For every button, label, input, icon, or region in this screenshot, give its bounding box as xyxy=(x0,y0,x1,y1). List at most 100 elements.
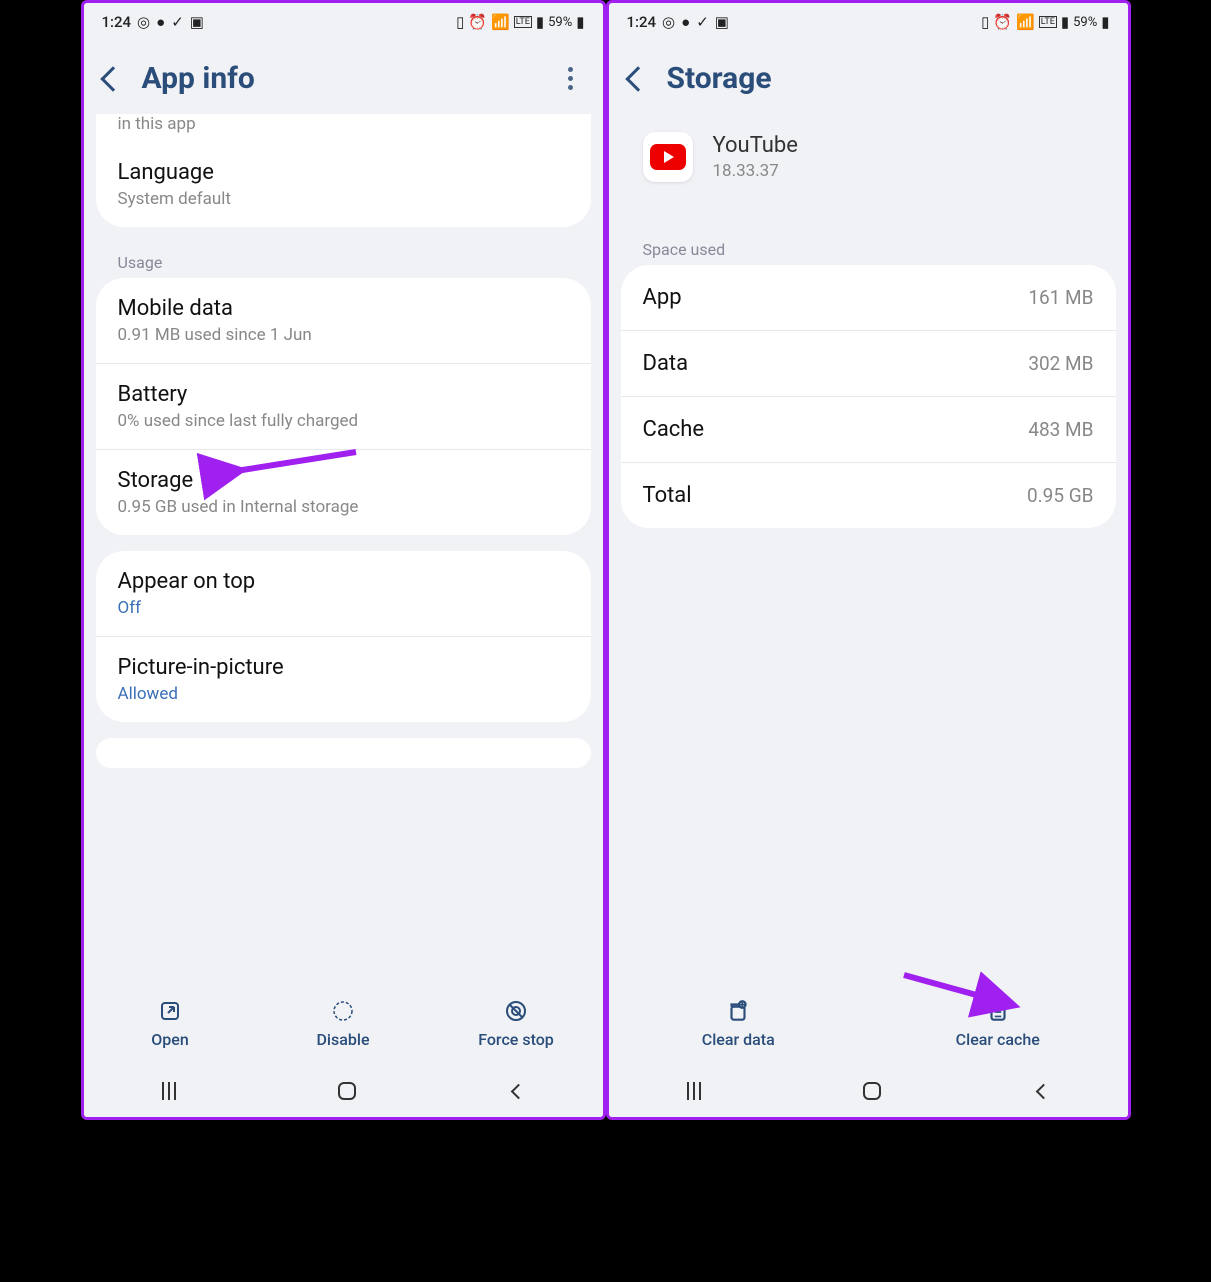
page-title: App info xyxy=(142,61,255,96)
wifi-icon: 📶 xyxy=(1016,13,1035,31)
clear-cache-label: Clear cache xyxy=(956,1030,1040,1049)
battery-title: Battery xyxy=(118,382,569,407)
check-icon: ✓ xyxy=(171,13,184,31)
nav-bar xyxy=(609,1065,1128,1117)
header: App info xyxy=(84,37,603,114)
check-icon: ✓ xyxy=(696,13,709,31)
battery-item[interactable]: Battery 0% used since last fully charged xyxy=(96,363,591,449)
pip-item[interactable]: Picture-in-picture Allowed xyxy=(96,636,591,722)
alarm-icon: ⏰ xyxy=(993,13,1012,31)
language-item[interactable]: Language System default xyxy=(96,142,591,227)
status-right: ▯ ⏰ 📶 LTE ▮ 59% ▮ xyxy=(456,13,584,31)
whatsapp-icon: ◎ xyxy=(662,13,675,31)
volte-icon: LTE xyxy=(1039,16,1057,28)
menu-button[interactable] xyxy=(559,67,583,90)
nav-home-button[interactable] xyxy=(338,1082,356,1100)
row-total-label: Total xyxy=(643,483,692,508)
app-name: YouTube xyxy=(713,133,798,158)
storage-title: Storage xyxy=(118,468,569,493)
row-cache-value: 483 MB xyxy=(1028,418,1093,441)
nav-back-button[interactable] xyxy=(511,1083,527,1099)
row-app-value: 161 MB xyxy=(1028,286,1093,309)
bottom-actions: Open Disable Force stop xyxy=(84,988,603,1065)
force-stop-icon xyxy=(503,998,529,1024)
header: Storage xyxy=(609,37,1128,114)
open-icon xyxy=(157,998,183,1024)
clear-data-icon xyxy=(725,998,751,1024)
vibrate-icon: ▯ xyxy=(456,13,464,31)
clear-cache-button[interactable]: Clear cache xyxy=(868,998,1128,1049)
status-bar: 1:24 ◎ ● ✓ ▣ ▯ ⏰ 📶 LTE ▮ 59% ▮ xyxy=(609,3,1128,37)
vibrate-icon: ▯ xyxy=(981,13,989,31)
open-button[interactable]: Open xyxy=(84,998,257,1049)
card-top: in this app Language System default xyxy=(96,114,591,227)
bottom-actions: Clear data Clear cache xyxy=(609,988,1128,1065)
back-button[interactable] xyxy=(100,66,125,91)
force-stop-button[interactable]: Force stop xyxy=(430,998,603,1049)
mobile-data-sub: 0.91 MB used since 1 Jun xyxy=(118,325,569,345)
language-sub: System default xyxy=(118,189,569,209)
content: in this app Language System default Usag… xyxy=(84,114,603,988)
row-total: Total 0.95 GB xyxy=(621,462,1116,528)
phone-left: 1:24 ◎ ● ✓ ▣ ▯ ⏰ 📶 LTE ▮ 59% ▮ App info … xyxy=(81,0,606,1120)
card-usage: Mobile data 0.91 MB used since 1 Jun Bat… xyxy=(96,278,591,535)
clear-data-button[interactable]: Clear data xyxy=(609,998,869,1049)
clock: 1:24 xyxy=(102,13,132,31)
appear-on-top-item[interactable]: Appear on top Off xyxy=(96,551,591,636)
youtube-icon xyxy=(643,132,693,182)
status-right: ▯ ⏰ 📶 LTE ▮ 59% ▮ xyxy=(981,13,1109,31)
clear-data-label: Clear data xyxy=(702,1030,775,1049)
clear-cache-icon xyxy=(985,998,1011,1024)
force-stop-label: Force stop xyxy=(478,1030,554,1049)
storage-sub: 0.95 GB used in Internal storage xyxy=(118,497,569,517)
card-space: App 161 MB Data 302 MB Cache 483 MB Tota… xyxy=(621,265,1116,528)
wifi-icon: 📶 xyxy=(491,13,510,31)
disable-icon xyxy=(330,998,356,1024)
space-label: Space used xyxy=(621,230,1116,265)
signal-icon: ▮ xyxy=(1061,13,1069,31)
nav-home-button[interactable] xyxy=(863,1082,881,1100)
disable-button[interactable]: Disable xyxy=(257,998,430,1049)
open-label: Open xyxy=(151,1030,189,1049)
phone-right: 1:24 ◎ ● ✓ ▣ ▯ ⏰ 📶 LTE ▮ 59% ▮ Storage Y… xyxy=(606,0,1131,1120)
status-left: 1:24 ◎ ● ✓ ▣ xyxy=(102,13,204,31)
pip-sub: Allowed xyxy=(118,684,569,704)
whatsapp-icon: ◎ xyxy=(137,13,150,31)
battery-icon: ▮ xyxy=(576,13,584,31)
storage-item[interactable]: Storage 0.95 GB used in Internal storage xyxy=(96,449,591,535)
card-bottom-cut xyxy=(96,738,591,768)
signal-icon: ▮ xyxy=(536,13,544,31)
status-left: 1:24 ◎ ● ✓ ▣ xyxy=(627,13,729,31)
mobile-data-title: Mobile data xyxy=(118,296,569,321)
clock: 1:24 xyxy=(627,13,657,31)
app-row: YouTube 18.33.37 xyxy=(621,114,1116,200)
battery-text: 59% xyxy=(548,15,572,30)
appear-sub: Off xyxy=(118,598,569,618)
page-title: Storage xyxy=(667,61,772,96)
row-cache-label: Cache xyxy=(643,417,705,442)
back-button[interactable] xyxy=(625,66,650,91)
chat-icon: ● xyxy=(681,13,690,31)
status-bar: 1:24 ◎ ● ✓ ▣ ▯ ⏰ 📶 LTE ▮ 59% ▮ xyxy=(84,3,603,37)
row-data-value: 302 MB xyxy=(1028,352,1093,375)
row-data-label: Data xyxy=(643,351,689,376)
row-data: Data 302 MB xyxy=(621,330,1116,396)
appear-title: Appear on top xyxy=(118,569,569,594)
card-display: Appear on top Off Picture-in-picture All… xyxy=(96,551,591,722)
content: YouTube 18.33.37 Space used App 161 MB D… xyxy=(609,114,1128,988)
row-cache: Cache 483 MB xyxy=(621,396,1116,462)
image-icon: ▣ xyxy=(190,13,204,31)
battery-icon: ▮ xyxy=(1101,13,1109,31)
nav-recent-button[interactable] xyxy=(162,1082,182,1100)
mobile-data-item[interactable]: Mobile data 0.91 MB used since 1 Jun xyxy=(96,278,591,363)
row-app: App 161 MB xyxy=(621,265,1116,330)
nav-back-button[interactable] xyxy=(1036,1083,1052,1099)
app-version: 18.33.37 xyxy=(713,161,798,181)
usage-label: Usage xyxy=(96,243,591,278)
language-title: Language xyxy=(118,160,569,185)
image-icon: ▣ xyxy=(715,13,729,31)
disable-label: Disable xyxy=(316,1030,369,1049)
nav-bar xyxy=(84,1065,603,1117)
nav-recent-button[interactable] xyxy=(687,1082,707,1100)
battery-text: 59% xyxy=(1073,15,1097,30)
